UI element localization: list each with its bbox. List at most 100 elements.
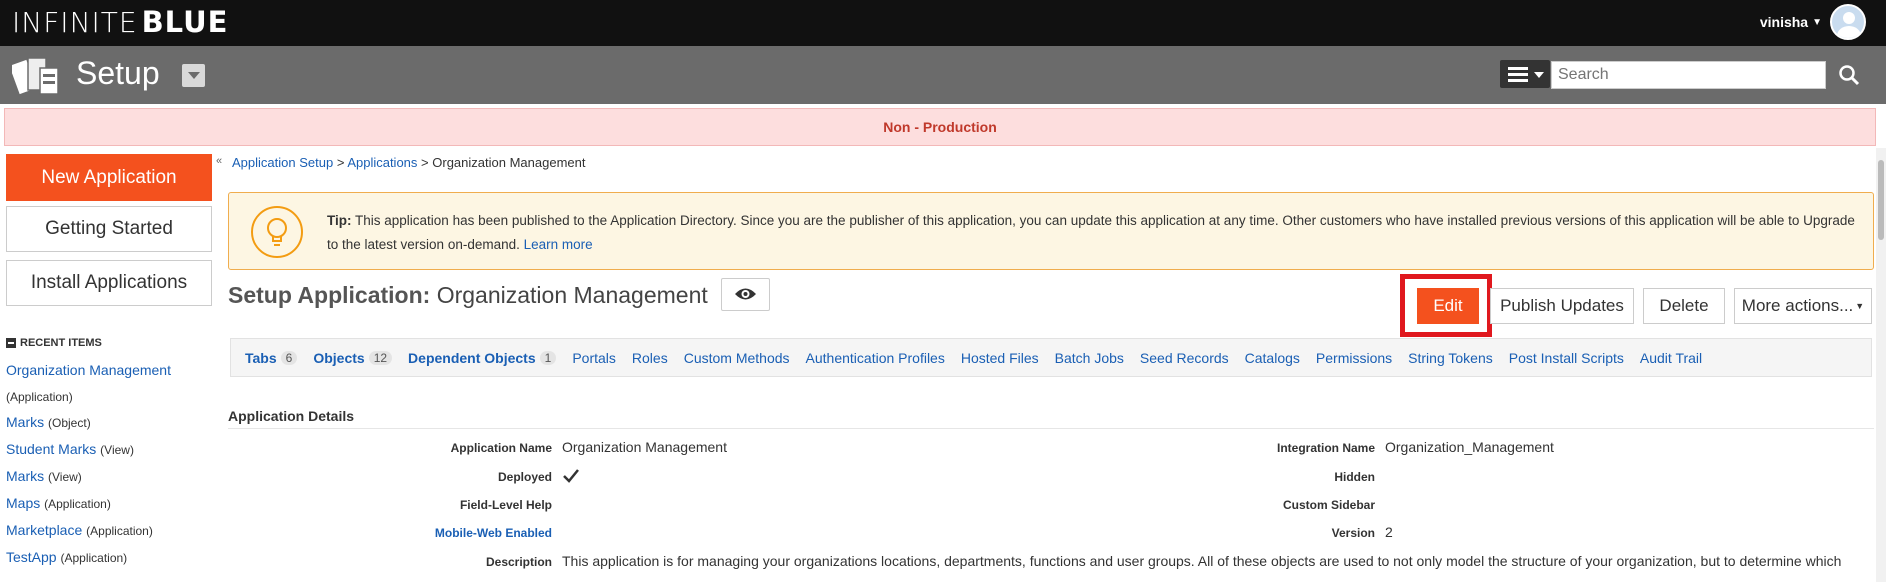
tab-authentication-profiles[interactable]: Authentication Profiles [806,350,945,366]
collapse-icon[interactable] [6,338,16,348]
breadcrumb-current: Organization Management [432,155,586,170]
tab-audit-trail[interactable]: Audit Trail [1640,350,1702,366]
recent-item[interactable]: TestApp (Application) [6,549,127,565]
recent-items-label: RECENT ITEMS [20,337,102,349]
breadcrumb-separator: > [421,155,429,170]
tab-catalogs[interactable]: Catalogs [1245,350,1300,366]
integration-name-label: Integration Name [1276,441,1375,455]
menu-button[interactable] [1500,60,1550,88]
search-input[interactable] [1551,61,1826,89]
breadcrumb: Application Setup > Applications > Organ… [232,155,585,170]
recent-item-name[interactable]: Organization Management [6,362,171,378]
new-application-button[interactable]: New Application [6,154,212,201]
logo-text-bold: BLUE [141,5,229,39]
username: vinisha [1759,14,1809,30]
section-title-application-details: Application Details [228,408,355,424]
recent-item-name[interactable]: Marketplace [6,522,82,538]
checkmark-icon [563,469,579,483]
mobile-web-enabled-label[interactable]: Mobile-Web Enabled [435,526,552,540]
tab-dependent-objects[interactable]: Dependent Objects 1 [408,349,557,366]
publish-updates-button[interactable]: Publish Updates [1490,288,1634,324]
tab-label: Objects [313,349,365,366]
tip-label: Tip: [327,213,352,228]
recent-item-type-label: (View) [48,470,82,484]
tab-custom-methods[interactable]: Custom Methods [684,350,790,366]
setup-app-icon [12,57,59,95]
tab-seed-records[interactable]: Seed Records [1140,350,1229,366]
breadcrumb-applications[interactable]: Applications [347,155,417,170]
tab-batch-jobs[interactable]: Batch Jobs [1055,350,1124,366]
tab-hosted-files[interactable]: Hosted Files [961,350,1039,366]
recent-item[interactable]: Maps (Application) [6,495,111,511]
recent-item[interactable]: Marks (View) [6,468,82,484]
infiniteblue-logo[interactable]: INFINITE BLUE [12,5,229,39]
recent-item-name[interactable]: Marks [6,414,44,430]
recent-item-name[interactable]: Student Marks [6,441,96,457]
tab-string-tokens[interactable]: String Tokens [1408,350,1493,366]
preview-button[interactable] [721,278,770,311]
tab-permissions[interactable]: Permissions [1316,350,1392,366]
tab-label: Dependent Objects [408,349,536,366]
recent-item-name[interactable]: Marks [6,468,44,484]
collapse-sidebar-icon[interactable]: « [216,155,222,167]
tab-post-install-scripts[interactable]: Post Install Scripts [1509,350,1624,366]
custom-sidebar-label: Custom Sidebar [1282,498,1375,512]
user-menu[interactable]: vinisha ▼ [1760,4,1866,40]
chevron-down-icon [1534,72,1544,78]
tab-roles[interactable]: Roles [632,350,668,366]
scrollbar-thumb[interactable] [1878,160,1884,240]
recent-item[interactable]: Organization Management [6,362,171,378]
eye-icon [735,288,756,300]
recent-item-type-label: (Object) [48,416,91,430]
chevron-down-icon: ▼ [1855,301,1865,311]
recent-item[interactable]: Marks (Object) [6,414,91,430]
recent-item-name[interactable]: Maps [6,495,40,511]
environment-banner: Non - Production [4,108,1876,146]
recent-item[interactable]: Marketplace (Application) [6,522,153,538]
recent-item-type-label: (Application) [44,497,111,511]
search-icon[interactable] [1838,64,1860,86]
page-title: Setup Application: Organization Manageme… [228,282,708,309]
tip-box: Tip: This application has been published… [228,192,1874,270]
version-label: Version [1331,526,1375,540]
application-name-label: Application Name [450,441,552,455]
learn-more-link[interactable]: Learn more [524,237,593,252]
tip-text: Tip: This application has been published… [327,209,1857,257]
hidden-label: Hidden [1334,470,1375,484]
recent-item-type-label: (Application) [60,551,128,565]
description-value: This application is for managing your or… [562,553,1842,569]
recent-item-type-label: (Application) [86,524,153,538]
delete-button[interactable]: Delete [1643,288,1725,324]
tab-bar: Tabs 6 Objects 12 Dependent Objects 1 Porta… [230,338,1872,377]
recent-items-header[interactable]: RECENT ITEMS [6,337,102,349]
setup-dropdown-button[interactable] [182,64,205,87]
recent-item-type: (Application) [6,388,73,404]
tab-objects[interactable]: Objects 12 [313,349,393,366]
breadcrumb-application-setup[interactable]: Application Setup [232,155,333,170]
integration-name-value: Organization_Management [1385,439,1554,455]
tab-tabs[interactable]: Tabs 6 [245,349,298,366]
more-actions-button[interactable]: More actions... ▼ [1734,288,1872,324]
chevron-down-icon: ▼ [1812,16,1822,28]
install-applications-button[interactable]: Install Applications [6,260,212,306]
tab-count: 12 [368,350,393,365]
logo-text-thin: INFINITE [12,5,138,39]
application-name-value: Organization Management [562,439,727,455]
setup-bar: Setup [0,46,1886,104]
top-bar: INFINITE BLUE vinisha ▼ [0,0,1886,46]
tab-portals[interactable]: Portals [572,350,616,366]
tab-label: Tabs [245,349,277,366]
hamburger-icon [1508,67,1528,70]
breadcrumb-separator: > [336,155,345,170]
recent-item[interactable]: Student Marks (View) [6,441,134,457]
avatar[interactable] [1830,4,1866,40]
getting-started-button[interactable]: Getting Started [6,206,212,252]
more-actions-label: More actions... [1741,296,1854,315]
recent-item-type-label: (View) [100,443,134,457]
lightbulb-icon [251,206,303,258]
field-level-help-label: Field-Level Help [459,498,552,512]
recent-item-name[interactable]: TestApp [6,549,57,565]
edit-button[interactable]: Edit [1417,288,1479,324]
deployed-label: Deployed [497,470,552,484]
section-divider [228,428,1874,429]
